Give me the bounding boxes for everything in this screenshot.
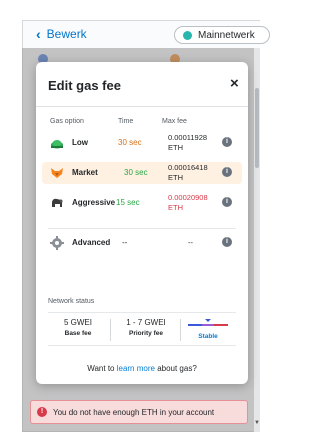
column-header-gas-option: Gas option [50,118,84,125]
gear-icon [50,236,64,250]
gas-option-name: Market [72,168,98,177]
gas-option-max-fee: -- [188,238,193,247]
info-icon[interactable]: i [222,167,232,177]
gas-option-advanced[interactable]: Advanced -- -- i [42,232,242,254]
learn-more-text: Want to learn more about gas? [36,364,248,373]
network-status-label: Network status [48,298,95,305]
priority-fee-label: Priority fee [129,330,163,337]
gas-option-aggressive[interactable]: Aggressive 15 sec 0.00020908 ETH i [42,192,242,214]
info-icon[interactable]: i [222,237,232,247]
scrollbar-thumb[interactable] [255,88,259,168]
modal-title: Edit gas fee [48,78,121,93]
gas-option-name: Advanced [72,238,111,247]
gas-option-name: Low [72,138,88,147]
header-divider [36,106,248,107]
scrollbar[interactable]: ▼ [254,48,260,432]
gas-option-max-fee: 0.00011928 ETH [168,133,222,153]
max-fee-unit: ETH [168,173,183,182]
gas-option-name: Aggressive [72,198,116,207]
chevron-left-icon: ‹ [36,26,41,42]
top-bar: ‹ Bewerk Mainnetwerk [22,22,270,48]
gas-option-max-fee: 0.00016418 ETH [168,163,222,183]
network-label: Mainnetwerk [198,29,255,41]
max-fee-unit: ETH [168,203,183,212]
insufficient-funds-banner: ! You do not have enough ETH in your acc… [30,400,248,424]
gas-option-time: 30 sec [118,138,142,147]
close-button[interactable]: × [230,76,239,91]
max-fee-value: 0.00020908 [168,193,208,202]
warning-text: You do not have enough ETH in your accou… [53,408,215,417]
gorilla-icon [52,198,63,207]
max-fee-unit: ETH [168,143,183,152]
learn-more-link[interactable]: learn more [117,364,155,373]
back-button[interactable]: ‹ Bewerk [36,26,87,42]
max-fee-value: 0.00016418 [168,163,208,172]
network-trend-label: Stable [198,333,218,340]
gas-option-time: 15 sec [116,198,140,207]
gas-option-time: 30 sec [124,168,148,177]
gas-option-low[interactable]: Low 30 sec 0.00011928 ETH i [42,132,242,154]
gas-option-max-fee: 0.00020908 ETH [168,193,222,213]
footer-suffix: about gas? [154,364,197,373]
edit-gas-fee-modal: Edit gas fee × Gas option Time Max fee L… [36,62,248,384]
alert-icon: ! [37,407,47,417]
fox-icon [51,168,63,178]
column-header-max-fee: Max fee [162,118,187,125]
column-header-time: Time [118,118,134,125]
network-status-dot [183,30,192,40]
info-icon[interactable]: i [222,137,232,147]
network-selector[interactable]: Mainnetwerk [174,26,270,44]
info-icon[interactable]: i [222,197,232,207]
back-label: Bewerk [46,27,87,41]
trend-gauge-icon [188,319,228,326]
scroll-down-arrow-icon[interactable]: ▼ [254,420,260,426]
priority-fee-value: 1 - 7 GWEI [126,318,166,327]
priority-fee-stat: 1 - 7 GWEI Priority fee [120,318,172,337]
turtle-icon [51,140,63,149]
base-fee-stat: 5 GWEI Base fee [56,318,100,337]
footer-prefix: Want to [87,364,117,373]
gas-option-time: -- [122,238,128,247]
stat-divider [110,319,111,341]
base-fee-label: Base fee [64,330,92,337]
gas-option-market[interactable]: Market 30 sec 0.00016418 ETH i [42,162,242,184]
max-fee-value: 0.00011928 [168,133,208,142]
stat-divider [180,319,181,341]
base-fee-value: 5 GWEI [63,318,92,327]
network-status-panel: 5 GWEI Base fee 1 - 7 GWEI Priority fee … [48,312,236,346]
advanced-divider [48,228,236,229]
